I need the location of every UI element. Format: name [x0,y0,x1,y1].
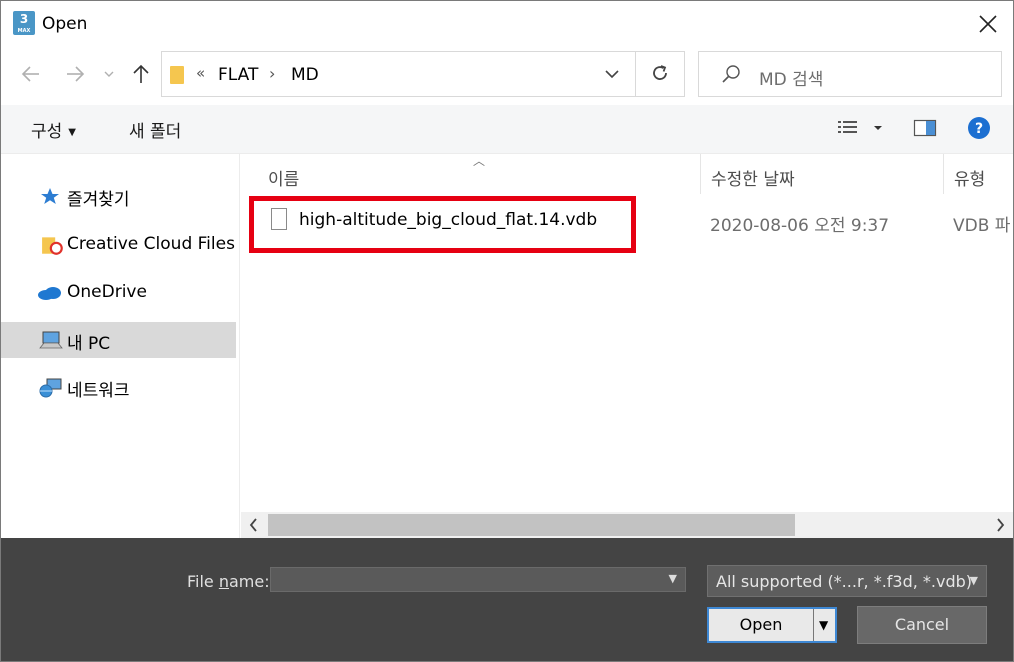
nav-item-label: 내 PC [67,334,111,354]
view-options-button[interactable] [837,117,887,143]
open-button[interactable]: Open ▼ [707,607,837,643]
nav-item-label: OneDrive [67,282,147,302]
address-dropdown-button[interactable] [602,64,622,84]
address-bar[interactable]: « FLAT › MD [161,51,685,97]
star-icon [41,188,59,204]
open-file-dialog: 3 MAX Open « FLAT › MD MD 검색 구성 ▼ 새 폴더 ?… [0,0,1014,662]
chevron-left-icon [249,518,257,532]
computer-icon [39,331,63,349]
arrow-right-icon [67,66,85,82]
refresh-button[interactable] [649,62,671,90]
column-header-date[interactable]: 수정한 날짜 [711,165,795,190]
recent-locations-button[interactable] [99,63,119,87]
file-type-cell: VDB 파 [953,216,1011,236]
breadcrumb-item-md[interactable]: MD [291,65,319,85]
chevron-right-icon [997,518,1005,532]
arrow-up-icon [133,64,149,83]
column-separator[interactable] [700,154,701,194]
new-folder-button[interactable]: 새 폴더 [129,117,181,142]
file-type-filter-select[interactable]: All supported (*...r, *.f3d, *.vdb) ▼ [707,565,987,597]
nav-item-creative-cloud[interactable]: Creative Cloud Files [1,227,236,263]
search-icon [721,64,741,84]
column-header-name[interactable]: 이름 [268,165,299,190]
nav-item-this-pc[interactable]: 내 PC [1,322,236,358]
3dsmax-app-icon: 3 MAX [13,11,35,35]
scrollbar-thumb[interactable] [268,514,795,536]
preview-pane-icon [913,119,937,137]
onedrive-cloud-icon [38,287,61,300]
breadcrumb-separator[interactable]: › [269,64,275,83]
view-list-icon [838,121,882,133]
cancel-button[interactable]: Cancel [857,606,987,644]
open-options-dropdown-icon[interactable]: ▼ [819,618,828,632]
help-button[interactable]: ? [967,116,991,144]
sort-ascending-icon: ︿ [473,154,486,168]
navigation-pane: 즐겨찾기 Creative Cloud Files OneDrive 내 PC [1,154,240,538]
file-type-filter-value: All supported (*...r, *.f3d, *.vdb) [716,572,973,591]
split-divider [813,609,814,641]
command-toolbar: 구성 ▼ 새 폴더 ? [1,105,1013,154]
nav-item-label: 즐겨찾기 [67,190,130,210]
title-bar: 3 MAX Open [1,1,1013,47]
organize-label: 구성 [31,122,63,142]
column-header-type[interactable]: 유형 [954,165,985,190]
address-divider [635,52,636,96]
network-icon [39,378,62,398]
svg-text:?: ? [975,121,983,137]
arrow-left-icon [21,66,39,82]
window-title: Open [42,14,88,34]
creative-cloud-folder-icon [42,237,63,255]
search-placeholder: MD 검색 [759,70,824,90]
nav-item-onedrive[interactable]: OneDrive [1,275,236,311]
refresh-icon [653,65,667,80]
column-separator[interactable] [943,154,944,194]
forward-button[interactable] [63,63,87,87]
chevron-down-icon: ▼ [969,574,978,587]
folder-icon [170,66,184,84]
nav-item-network[interactable]: 네트워크 [1,369,236,405]
scroll-left-button[interactable] [247,515,261,539]
nav-item-label: 네트워크 [67,381,130,401]
breadcrumb-overflow[interactable]: « [196,64,205,82]
chevron-down-icon [605,70,619,79]
chevron-down-icon[interactable]: ▼ [669,572,677,585]
caret-down-icon: ▼ [68,127,76,138]
file-name-label: File name: [187,572,270,591]
file-date-cell: 2020-08-06 오전 9:37 [710,216,890,236]
close-icon [979,15,997,33]
horizontal-scrollbar[interactable] [241,512,1013,538]
scroll-right-button[interactable] [993,515,1007,539]
file-name-input[interactable]: ▼ [270,567,686,592]
chevron-down-icon [104,71,114,77]
preview-pane-button[interactable] [913,117,937,143]
nav-item-label: Creative Cloud Files [67,234,235,254]
search-input[interactable]: MD 검색 [698,51,1002,97]
close-button[interactable] [977,13,999,35]
bottom-panel: File name: ▼ All supported (*...r, *.f3d… [1,538,1013,661]
back-button[interactable] [19,63,43,87]
help-icon: ? [968,117,990,139]
nav-item-favorites[interactable]: 즐겨찾기 [1,178,236,214]
breadcrumb-item-flat[interactable]: FLAT [218,65,258,85]
open-button-label: Open [739,615,783,634]
highlight-annotation-box [249,196,636,253]
up-button[interactable] [129,63,153,87]
organize-menu-button[interactable]: 구성 ▼ [31,117,76,142]
